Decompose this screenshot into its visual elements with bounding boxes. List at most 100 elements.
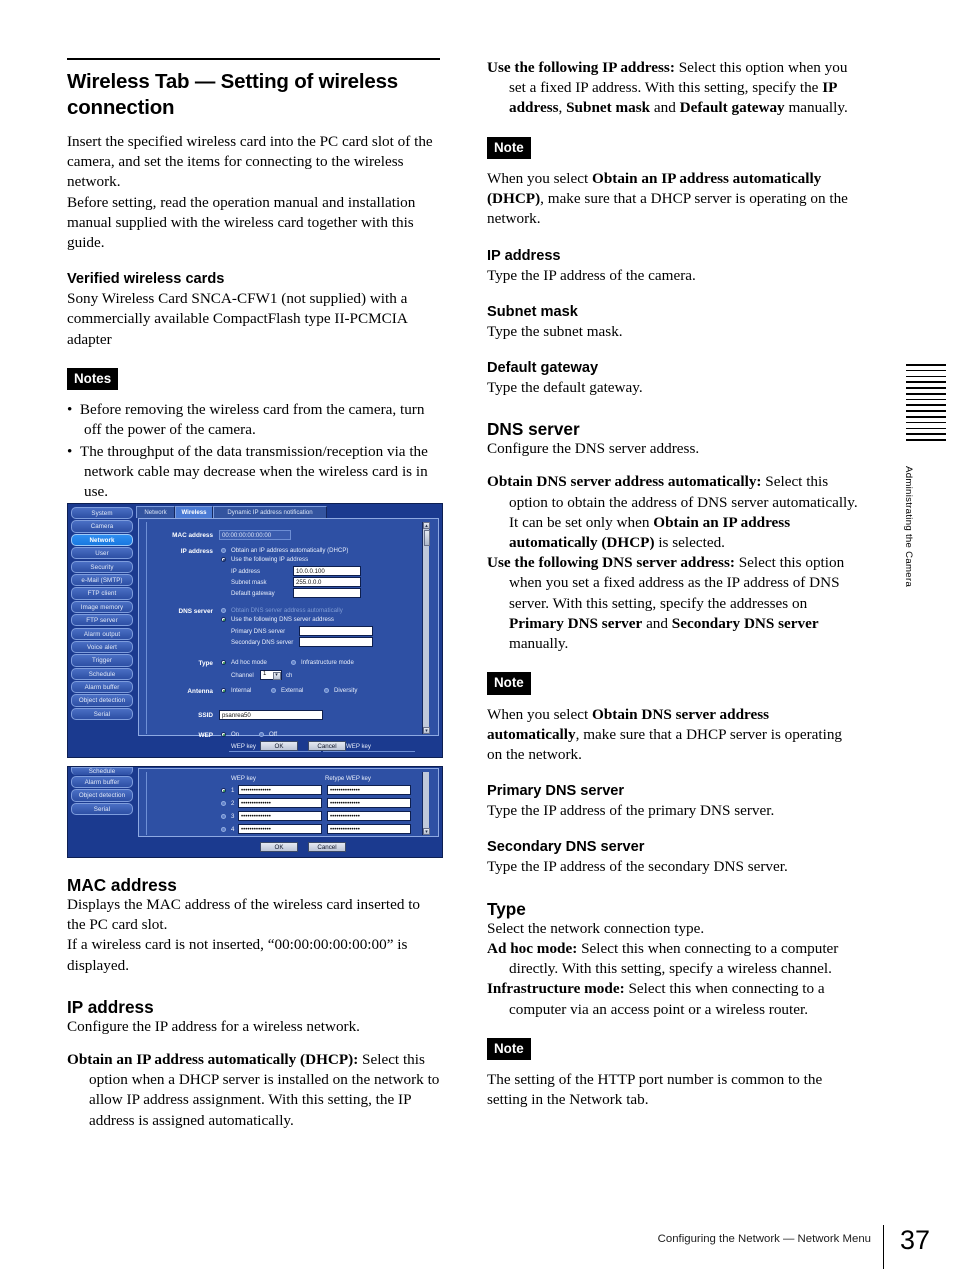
radio-obtain-ip-dhcp[interactable] — [221, 548, 227, 554]
sidebar-item-system[interactable]: System — [71, 507, 133, 520]
wep-retype-column-header: Retype WEP key — [325, 775, 371, 782]
ssid-input[interactable]: psanrea50 — [219, 710, 323, 720]
radio-infrastructure-mode[interactable] — [291, 660, 297, 666]
heading-ip-address: IP address — [67, 996, 154, 1017]
default-gateway-input[interactable] — [293, 588, 361, 598]
primary-dns-body: Type the IP address of the primary DNS s… — [487, 802, 775, 820]
radio-wep-key-1[interactable] — [221, 788, 227, 794]
type-label: Type — [198, 660, 213, 667]
term-inline-bold-3: Default gateway — [679, 99, 785, 117]
margin-chapter-label: Administrating the Camera — [903, 466, 914, 588]
screenshot-wep-keys: Schedule Alarm buffer Object detection S… — [67, 766, 443, 858]
radio-use-following-dns[interactable] — [221, 617, 227, 623]
primary-dns-input[interactable] — [299, 626, 373, 636]
scrollbar-thumb[interactable] — [423, 530, 430, 546]
secondary-dns-body: Type the IP address of the secondary DNS… — [487, 858, 788, 876]
term-ad-hoc-mode: Ad hoc mode: Select this when connecting… — [487, 939, 860, 979]
wep-key-input-4[interactable]: •••••••••••••• — [238, 824, 322, 834]
panel-scrollbar[interactable]: ▴ ▾ — [422, 522, 430, 734]
radio-label-infrastructure-mode: Infrastructure mode — [301, 659, 354, 666]
sidebar-item-image-memory[interactable]: Image memory — [71, 600, 133, 614]
sidebar-item-camera[interactable]: Camera — [71, 520, 133, 533]
list-item: Before removing the wireless card from t… — [67, 400, 440, 440]
radio-antenna-diversity[interactable] — [324, 688, 330, 694]
sidebar-item-alarm-buffer[interactable]: Alarm buffer — [71, 681, 133, 694]
sidebar-item-trigger[interactable]: Trigger — [71, 654, 133, 667]
note-tag-3: Note — [487, 1037, 531, 1061]
radio-antenna-external[interactable] — [271, 688, 277, 694]
sidebar-item-alarm-buffer[interactable]: Alarm buffer — [71, 776, 133, 789]
radio-use-following-ip[interactable] — [221, 557, 227, 563]
term-desc-b: is selected. — [654, 534, 725, 552]
radio-wep-key-3[interactable] — [221, 814, 227, 820]
radio-ad-hoc-mode[interactable] — [221, 660, 227, 666]
ok-button[interactable]: OK — [260, 842, 298, 852]
sidebar-item-serial[interactable]: Serial — [71, 802, 133, 816]
sidebar-item-security[interactable]: Security — [71, 560, 133, 573]
chevron-down-icon[interactable]: ▾ — [272, 671, 281, 680]
radio-wep-key-4[interactable] — [221, 827, 227, 833]
secondary-dns-input[interactable] — [299, 637, 373, 647]
subnet-mask-input[interactable]: 255.0.0.0 — [293, 577, 361, 587]
wep-retype-input-1[interactable]: •••••••••••••• — [327, 785, 411, 795]
term-desc-b: , — [558, 99, 567, 117]
ip-address-input[interactable]: 10.0.0.100 — [293, 566, 361, 576]
channel-select[interactable]: 1 ▾ — [260, 670, 282, 680]
scroll-up-arrow-icon[interactable]: ▴ — [423, 522, 430, 529]
ui-wep-panel: WEP key Retype WEP key 1 •••••••••••••• … — [138, 768, 439, 837]
note-body-dhcp: When you select Obtain an IP address aut… — [487, 169, 860, 230]
ok-button[interactable]: OK — [260, 741, 298, 751]
panel-scrollbar[interactable]: ▾ — [422, 772, 430, 835]
wep-retype-input-3[interactable]: •••••••••••••• — [327, 811, 411, 821]
term-use-following-ip: Use the following IP address: Select thi… — [487, 58, 860, 119]
tab-wireless[interactable]: Wireless — [175, 506, 213, 518]
sidebar-item-email-smtp[interactable]: e-Mail (SMTP) — [71, 573, 133, 587]
sidebar-item-object-detection[interactable]: Object detection — [71, 789, 133, 802]
radio-obtain-dns-auto[interactable] — [221, 608, 227, 614]
note-part-a: When you select — [487, 170, 593, 188]
radio-antenna-internal[interactable] — [221, 688, 227, 694]
screenshot-wireless-settings: System Camera Network User Security e-Ma… — [67, 503, 443, 758]
radio-label-use-following-dns: Use the following DNS server address — [231, 616, 334, 623]
wep-retype-input-2[interactable]: •••••••••••••• — [327, 798, 411, 808]
wep-key-input-2[interactable]: •••••••••••••• — [238, 798, 322, 808]
heading-dns-server: DNS server — [487, 419, 580, 440]
mac-address-body-2: If a wireless card is not inserted, “00:… — [67, 936, 408, 974]
note-part-c: , make sure that a DHCP server is operat… — [487, 190, 848, 228]
wep-key-input-1[interactable]: •••••••••••••• — [238, 785, 322, 795]
wep-key-index: 3 — [231, 813, 235, 820]
radio-label-ad-hoc-mode: Ad hoc mode — [231, 659, 267, 666]
wep-key-column-header: WEP key — [231, 775, 256, 782]
wep-retype-input-4[interactable]: •••••••••••••• — [327, 824, 411, 834]
ui-dialog-footer: OK Cancel — [138, 738, 439, 754]
term-desc-c: and — [650, 99, 680, 117]
sidebar-item-alarm-output[interactable]: Alarm output — [71, 627, 133, 640]
wep-key-input-3[interactable]: •••••••••••••• — [238, 811, 322, 821]
sidebar-item-network[interactable]: Network — [71, 533, 133, 547]
scroll-down-arrow-icon[interactable]: ▾ — [423, 727, 430, 734]
verified-wireless-cards-body: Sony Wireless Card SNCA-CFW1 (not suppli… — [67, 290, 408, 348]
sidebar-item-schedule[interactable]: Schedule — [71, 667, 133, 680]
sidebar-item-ftp-client[interactable]: FTP client — [71, 587, 133, 600]
mac-address-label: MAC address — [172, 532, 213, 539]
radio-wep-on[interactable] — [221, 732, 227, 738]
radio-wep-off[interactable] — [259, 732, 265, 738]
subnet-mask-body: Type the subnet mask. — [487, 322, 623, 340]
radio-wep-key-2[interactable] — [221, 801, 227, 807]
sidebar-item-object-detection[interactable]: Object detection — [71, 694, 133, 707]
tab-dynamic-ip-notification[interactable]: Dynamic IP address notification — [213, 506, 327, 518]
heading-type: Type — [487, 898, 526, 919]
sidebar-item-serial[interactable]: Serial — [71, 707, 133, 721]
cancel-button[interactable]: Cancel — [308, 842, 346, 852]
sidebar-item-schedule[interactable]: Schedule — [71, 767, 133, 775]
cancel-button[interactable]: Cancel — [308, 741, 346, 751]
sidebar-item-user[interactable]: User — [71, 547, 133, 560]
sidebar-item-ftp-server[interactable]: FTP server — [71, 614, 133, 627]
tab-network[interactable]: Network — [136, 506, 175, 518]
mac-address-value: 00:00:00:00:00:00 — [219, 530, 291, 540]
radio-label-obtain-dns-auto: Obtain DNS server address automatically — [231, 607, 343, 614]
scroll-down-arrow-icon[interactable]: ▾ — [423, 828, 430, 835]
term-label: Obtain DNS server address automatically: — [487, 473, 762, 491]
sidebar-item-voice-alert[interactable]: Voice alert — [71, 640, 133, 654]
heading-subnet-mask: Subnet mask — [487, 303, 578, 320]
